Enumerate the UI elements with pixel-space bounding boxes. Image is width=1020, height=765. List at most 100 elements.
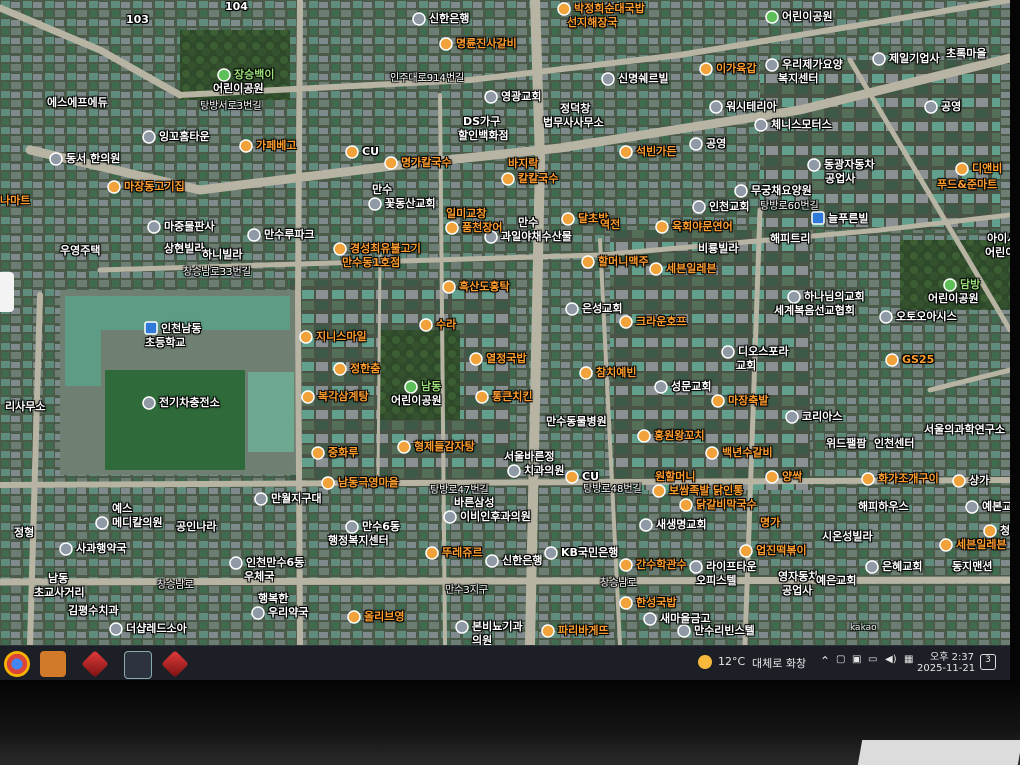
clock-date[interactable]: 2025-11-21 xyxy=(917,663,975,674)
poi-pin-icon[interactable] xyxy=(397,440,411,454)
poi-pin-icon[interactable] xyxy=(601,72,615,86)
place-label[interactable]: 라이프타운 xyxy=(706,560,757,573)
poi-pin-icon[interactable] xyxy=(679,498,693,512)
place-label[interactable]: 메디칼의원 xyxy=(112,516,163,529)
place-label[interactable]: 열정국밥 xyxy=(486,352,526,365)
place-label[interactable]: KB국민은행 xyxy=(561,546,618,559)
poi-pin-icon[interactable] xyxy=(107,180,121,194)
poi-pin-icon[interactable] xyxy=(765,58,779,72)
place-label[interactable]: 일미교창 xyxy=(446,207,486,220)
place-label[interactable]: 초등학교 xyxy=(145,336,185,349)
poi-pin-icon[interactable] xyxy=(455,620,469,634)
place-label[interactable]: 서울의과학연구소 xyxy=(924,423,1005,436)
poi-pin-icon[interactable] xyxy=(425,546,439,560)
place-label[interactable]: CU xyxy=(582,470,599,483)
place-label[interactable]: 올리브영 xyxy=(364,610,404,623)
poi-pin-icon[interactable] xyxy=(412,12,426,26)
place-label[interactable]: 역전 xyxy=(600,218,620,231)
place-label[interactable]: 박정희순대국밥 xyxy=(574,2,645,15)
place-label[interactable]: 남동극영마을 xyxy=(338,476,399,489)
place-label[interactable]: 신한은행 xyxy=(502,554,542,567)
place-label[interactable]: 뚜레쥬르 xyxy=(442,546,482,559)
place-label[interactable]: 초교사거리 xyxy=(34,586,85,599)
place-label[interactable]: 신명쉐르빌 xyxy=(618,72,669,85)
poi-pin-icon[interactable] xyxy=(689,560,703,574)
poi-pin-icon[interactable] xyxy=(345,145,359,159)
place-label[interactable]: 치과의원 xyxy=(524,464,564,477)
poi-pin-icon[interactable] xyxy=(347,610,361,624)
poi-pin-icon[interactable] xyxy=(643,612,657,626)
place-label[interactable]: 할인백화점 xyxy=(458,129,509,142)
place-label[interactable]: 닭인통 xyxy=(713,484,743,497)
poi-pin-icon[interactable] xyxy=(652,484,666,498)
poi-pin-icon[interactable] xyxy=(734,184,748,198)
poi-pin-icon[interactable] xyxy=(579,366,593,380)
place-label[interactable]: 형제들감자탕 xyxy=(414,440,475,453)
poi-pin-icon[interactable] xyxy=(705,446,719,460)
place-label[interactable]: 만수동물병원 xyxy=(546,415,607,428)
place-label[interactable]: 상현빌라 xyxy=(164,242,204,255)
poi-pin-icon[interactable] xyxy=(649,262,663,276)
place-label[interactable]: 명륜진사갈비 xyxy=(456,37,517,50)
place-label[interactable]: 행정복지센터 xyxy=(328,534,389,547)
place-label[interactable]: 정한춤 xyxy=(350,362,380,375)
place-label[interactable]: 할머니맥주 xyxy=(598,255,649,268)
poi-pin-icon[interactable] xyxy=(565,470,579,484)
place-label[interactable]: 에스에프에듀 xyxy=(47,96,108,109)
place-label[interactable]: 동지맨션 xyxy=(952,560,992,573)
place-label[interactable]: 법무사사무소 xyxy=(543,116,604,129)
poi-pin-icon[interactable] xyxy=(59,542,73,556)
poi-pin-icon[interactable] xyxy=(785,410,799,424)
place-label[interactable]: 화가조개구이 xyxy=(878,472,939,485)
poi-pin-icon[interactable] xyxy=(301,390,315,404)
place-label[interactable]: 육회야문연어 xyxy=(672,220,733,233)
place-label[interactable]: 파리바게뜨 xyxy=(558,624,609,637)
poi-pin-icon[interactable] xyxy=(142,130,156,144)
place-label[interactable]: 예본교회 xyxy=(982,500,1010,513)
place-label[interactable]: 디앤비 xyxy=(972,162,1002,175)
place-label[interactable]: 세계복음선교협회 xyxy=(774,304,855,317)
place-label[interactable]: 영자동차 xyxy=(778,570,818,583)
poi-pin-icon[interactable] xyxy=(861,472,875,486)
place-label[interactable]: 예은교회 xyxy=(816,574,856,587)
place-label[interactable]: 담방 xyxy=(960,278,980,291)
poi-pin-icon[interactable] xyxy=(443,510,457,524)
poi-pin-icon[interactable] xyxy=(765,470,779,484)
place-label[interactable]: 양싹 xyxy=(782,470,802,483)
place-label[interactable]: 만월지구대 xyxy=(271,492,322,505)
place-label[interactable]: 제일기업사 xyxy=(889,52,940,65)
poi-pin-icon[interactable] xyxy=(147,220,161,234)
place-label[interactable]: 과일야채수산물 xyxy=(501,230,572,243)
poi-pin-icon[interactable] xyxy=(254,492,268,506)
poi-pin-icon[interactable] xyxy=(689,137,703,151)
place-label[interactable]: 교회 xyxy=(736,359,756,372)
place-label[interactable]: 새생명교회 xyxy=(656,518,707,531)
poi-pin-icon[interactable] xyxy=(469,352,483,366)
poi-pin-icon[interactable] xyxy=(709,100,723,114)
poi-pin-icon[interactable] xyxy=(345,520,359,534)
place-label[interactable]: 복각삼계탕 xyxy=(318,390,369,403)
place-label[interactable]: 104 xyxy=(225,0,248,13)
poi-pin-icon[interactable] xyxy=(239,139,253,153)
place-label[interactable]: 이가육갑 xyxy=(716,62,756,75)
poi-pin-icon[interactable] xyxy=(711,394,725,408)
place-label[interactable]: 만수리빈스텔 xyxy=(694,624,755,637)
display-icon[interactable]: ▦ xyxy=(904,654,913,665)
place-label[interactable]: 사과행약국 xyxy=(76,542,127,555)
poi-pin-icon[interactable] xyxy=(142,396,156,410)
place-label[interactable]: 우리제가요양 xyxy=(782,58,843,71)
place-label[interactable]: 푸드&준마트 xyxy=(937,178,997,191)
place-label[interactable]: 간수학관수 xyxy=(636,558,687,571)
place-label[interactable]: 보쌈족발 xyxy=(669,484,709,497)
poi-pin-icon[interactable] xyxy=(565,302,579,316)
place-label[interactable]: 이비인후과의원 xyxy=(460,510,531,523)
place-label[interactable]: 바지락 xyxy=(508,157,538,170)
place-label[interactable]: 남동 xyxy=(421,380,441,393)
place-label[interactable]: 디오스포라 xyxy=(738,345,789,358)
network-icon[interactable]: ▭ xyxy=(868,654,877,665)
place-label[interactable]: 행복한 xyxy=(258,592,288,605)
place-label[interactable]: 정덕창 xyxy=(560,102,590,115)
poi-pin-icon[interactable] xyxy=(939,538,953,552)
poi-pin-icon[interactable] xyxy=(321,476,335,490)
poi-pin-icon[interactable] xyxy=(952,474,966,488)
